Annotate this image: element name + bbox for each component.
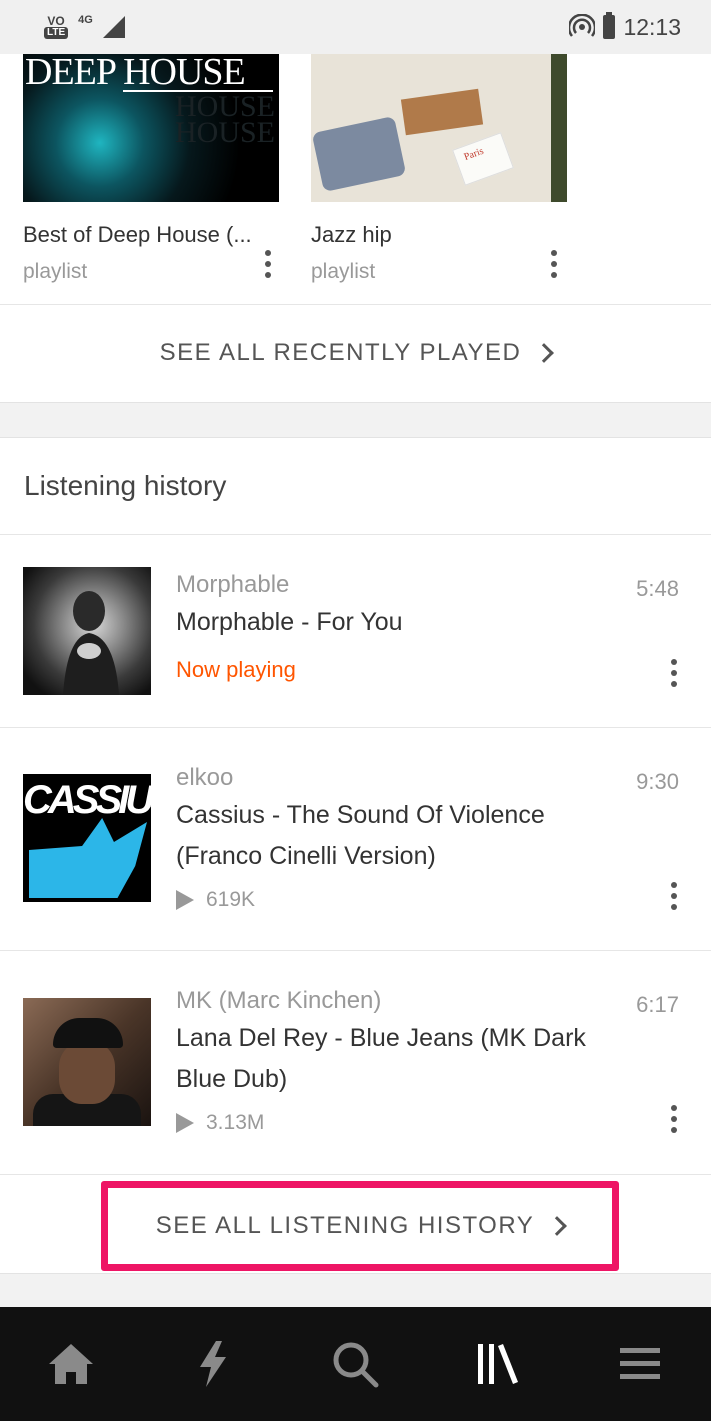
playlist-type: playlist [23,260,88,283]
track-artist[interactable]: elkoo [176,764,233,792]
recently-played-row: DEEP HOUSE HOUSE HOUSE Best of Deep House… [0,54,711,304]
now-playing-label: Now playing [176,657,296,682]
section-separator [0,402,711,438]
track-row[interactable]: MK (Marc Kinchen) Lana Del Rey - Blue Je… [0,951,711,1173]
menu-icon [619,1348,660,1379]
track-row[interactable]: CASSIUS elkoo Cassius - The Sound Of Vio… [0,728,711,950]
more-options-icon[interactable] [669,659,679,687]
track-duration: 9:30 [636,769,679,794]
status-left: VO LTE 4G [44,14,125,39]
play-count-value: 3.13M [206,1111,265,1134]
track-row[interactable]: Morphable Morphable - For You 5:48 Now p… [0,535,711,727]
playlist-card-jazz-hip[interactable]: Paris Jazz hip playlist [311,54,567,283]
person-silhouette-icon [63,591,119,695]
nav-stream[interactable] [173,1324,253,1404]
cover-book-text: Paris [462,145,486,163]
cover-face [59,1042,115,1104]
cover-ghost-text: HOUSE HOUSE [174,90,275,149]
playlist-type: playlist [311,260,376,283]
track-artwork[interactable] [23,998,151,1126]
track-artwork[interactable] [23,567,151,695]
lightning-icon [200,1341,227,1387]
chevron-right-icon [547,1216,568,1236]
home-icon [49,1344,94,1384]
play-count: 3.13M [176,1111,264,1135]
signal-icon [102,16,125,38]
listening-history-heading: Listening history [24,469,227,501]
hotspot-icon [569,14,596,37]
track-duration: 6:17 [636,992,679,1017]
more-options-icon[interactable] [669,882,679,910]
chevron-right-icon [534,343,555,363]
playlist-title[interactable]: Best of Deep House (... [23,222,252,248]
volte-label: VO [47,14,65,28]
volte-indicator: VO LTE [44,14,69,39]
track-title[interactable]: Cassius - The Sound Of Violence (Franco … [176,795,636,877]
track-title[interactable]: Morphable - For You [176,602,636,643]
divider [0,1174,711,1175]
nav-home[interactable] [31,1324,111,1404]
more-options-icon[interactable] [549,250,559,278]
playlist-card-deep-house[interactable]: DEEP HOUSE HOUSE HOUSE Best of Deep House… [23,54,279,283]
more-options-icon[interactable] [263,250,273,278]
see-all-listening-history-label: SEE ALL LISTENING HISTORY [155,1212,535,1239]
status-right: 12:13 [569,12,681,41]
track-artist[interactable]: Morphable [176,571,289,599]
cover-cat-shape [29,818,147,898]
nav-search[interactable] [315,1324,395,1404]
cover-title-text: DEEP HOUSE [25,54,246,93]
nav-menu[interactable] [600,1324,680,1404]
section-separator [0,1273,711,1308]
track-artist[interactable]: MK (Marc Kinchen) [176,987,381,1015]
playlist-cover-image[interactable]: DEEP HOUSE HOUSE HOUSE [23,54,279,202]
see-all-listening-history-button[interactable]: SEE ALL LISTENING HISTORY [101,1181,619,1271]
network-label: 4G [78,14,93,26]
play-count-value: 619K [206,888,256,911]
play-count: 619K [176,888,255,912]
library-icon [477,1344,518,1384]
playlist-cover-image[interactable]: Paris [311,54,567,202]
playlist-title[interactable]: Jazz hip [311,222,392,248]
cover-title-text: CASSIUS [23,778,151,822]
play-icon [176,1113,194,1133]
track-title[interactable]: Lana Del Rey - Blue Jeans (MK Dark Blue … [176,1018,636,1100]
play-icon [176,890,194,910]
cover-cap [53,1018,123,1048]
battery-icon [603,12,616,39]
see-all-recently-played-button[interactable]: SEE ALL RECENTLY PLAYED [0,305,711,401]
status-bar: VO LTE 4G 12:13 [0,0,711,54]
search-icon [333,1342,379,1388]
bottom-navigation [0,1307,711,1421]
track-duration: 5:48 [636,576,679,601]
lte-label: LTE [44,27,69,39]
more-options-icon[interactable] [669,1105,679,1133]
see-all-history-row: SEE ALL LISTENING HISTORY [0,1176,711,1272]
track-artwork[interactable]: CASSIUS [23,774,151,902]
nav-library[interactable] [458,1324,538,1404]
see-all-recently-played-label: SEE ALL RECENTLY PLAYED [159,339,522,366]
clock: 12:13 [623,13,681,40]
